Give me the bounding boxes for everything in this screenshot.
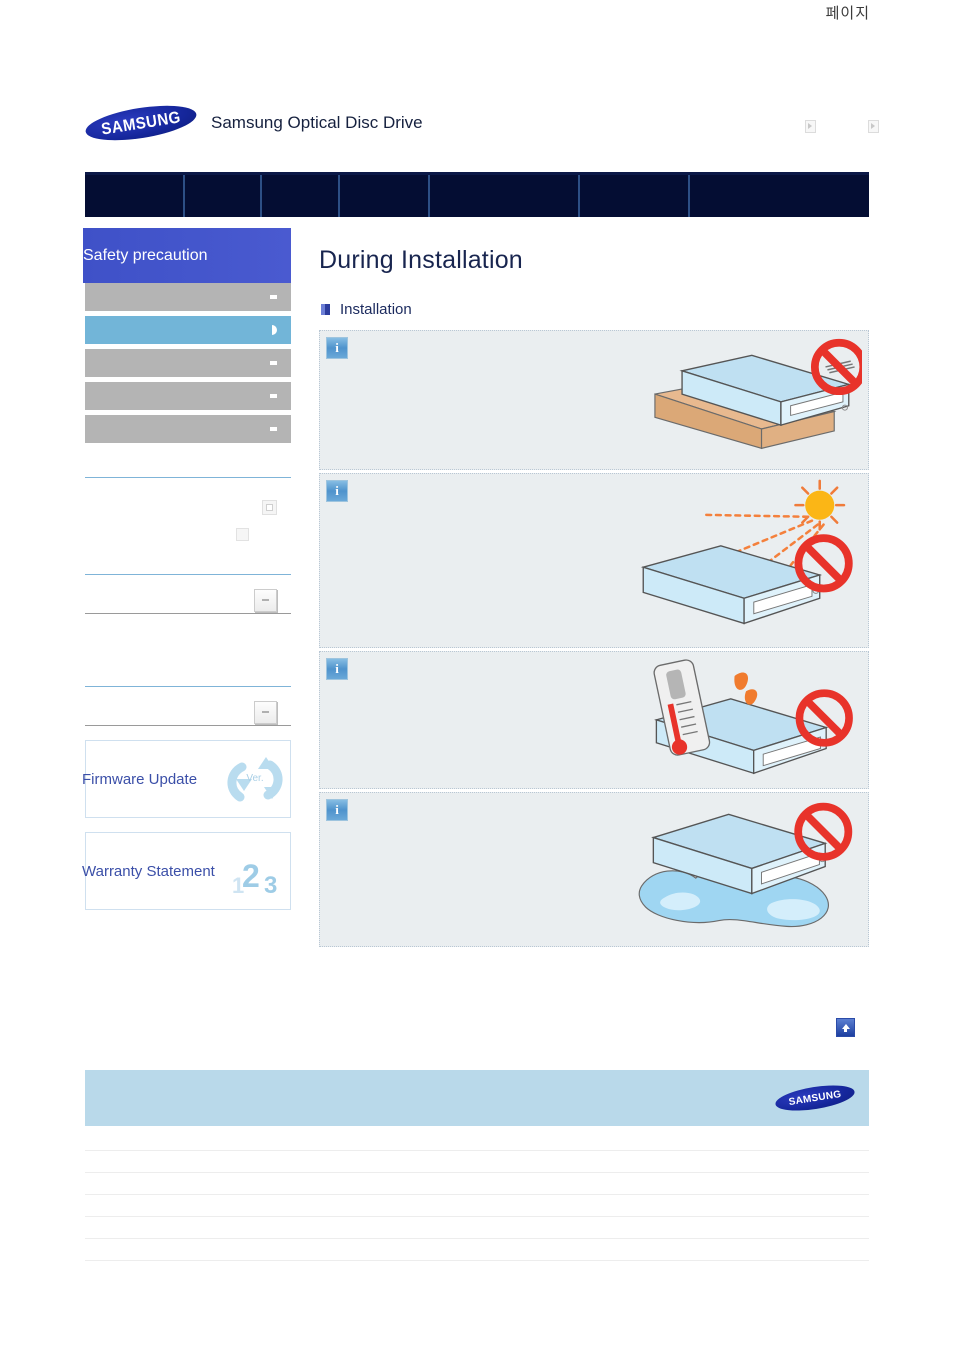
info-icon: i (326, 480, 348, 502)
footer-row (85, 1129, 869, 1151)
panel-drive-water: i (319, 792, 869, 947)
nav-item-4[interactable] (340, 175, 430, 217)
chevron-right-icon (270, 361, 277, 365)
brand-title: Samsung Optical Disc Drive (211, 113, 423, 132)
sidebar-item-5[interactable] (85, 415, 291, 443)
sidebar-item-1[interactable] (85, 283, 291, 311)
sidebar: Safety precaution Firmware Update Ver. W… (82, 228, 291, 910)
info-icon: i (326, 658, 348, 680)
broken-image-icon (868, 120, 879, 133)
sidebar-item-4[interactable] (85, 382, 291, 410)
sidebar-heading-safety-precaution: Safety precaution (83, 228, 291, 283)
panel-drive-high-temperature: i (319, 651, 869, 789)
main-content: During Installation Installation i i i i (291, 228, 869, 947)
chevron-right-icon (270, 394, 277, 398)
sidebar-item-2-active[interactable] (85, 316, 291, 344)
promo-firmware-update[interactable]: Firmware Update Ver. (82, 740, 291, 818)
footer-samsung-logo: SAMSUNG (773, 1080, 857, 1116)
svg-text:Ver.: Ver. (246, 773, 263, 784)
sidebar-heading-label: Safety precaution (83, 246, 208, 264)
footer-row (85, 1195, 869, 1217)
footer-rows (85, 1129, 869, 1261)
chevron-down-icon[interactable] (254, 589, 277, 612)
panel-drive-on-cardboard-box: i (319, 330, 869, 470)
section-heading-label: Installation (340, 301, 412, 318)
svg-text:3: 3 (264, 872, 277, 899)
firmware-version-arrows-icon: Ver. (224, 747, 286, 809)
info-icon: i (326, 337, 348, 359)
footer-row (85, 1173, 869, 1195)
broken-image-icon (262, 500, 277, 515)
numbers-123-icon: 1 2 3 (224, 839, 286, 901)
document-page: SAMSUNG Samsung Optical Disc Drive Safet… (82, 0, 879, 947)
nav-item-6[interactable] (580, 175, 690, 217)
panel-drive-direct-sunlight: i (319, 473, 869, 648)
back-to-top-button[interactable] (836, 1018, 855, 1037)
footer-bar: SAMSUNG (85, 1070, 869, 1126)
nav-item-1[interactable] (85, 175, 185, 217)
body-columns: Safety precaution Firmware Update Ver. W… (82, 228, 869, 947)
info-icon: i (326, 799, 348, 821)
illustration-drive-on-box-prohibited (632, 334, 868, 465)
nav-item-3[interactable] (262, 175, 340, 217)
chevron-right-icon (272, 325, 277, 335)
broken-image-icon (805, 120, 816, 133)
nav-item-7[interactable] (690, 175, 869, 217)
sidebar-divider (85, 686, 291, 687)
footer-row (85, 1217, 869, 1239)
promo-warranty-statement[interactable]: Warranty Statement 1 2 3 (82, 832, 291, 910)
section-heading: Installation (321, 301, 869, 318)
sidebar-dropdown-1[interactable] (85, 589, 291, 614)
nav-item-2[interactable] (185, 175, 262, 217)
footer-row (85, 1151, 869, 1173)
page-title: During Installation (319, 246, 523, 274)
header-broken-images (805, 120, 954, 133)
promo-warranty-statement-label: Warranty Statement (82, 862, 215, 880)
sidebar-divider (85, 574, 291, 575)
chevron-right-icon (270, 427, 277, 431)
sidebar-dropdown-2[interactable] (85, 701, 291, 726)
illustration-drive-sunlight-prohibited (632, 478, 862, 643)
footer-row (85, 1239, 869, 1261)
illustration-drive-water-prohibited (632, 797, 862, 942)
nav-item-5[interactable] (430, 175, 580, 217)
broken-image-icon (236, 528, 249, 541)
footer-samsung-logo-text: SAMSUNG (787, 1088, 843, 1108)
brand-header: SAMSUNG Samsung Optical Disc Drive (83, 0, 879, 167)
samsung-logo-text: SAMSUNG (99, 107, 183, 139)
illustration-drive-heat-prohibited (632, 655, 862, 784)
sidebar-item-3[interactable] (85, 349, 291, 377)
svg-text:2: 2 (242, 858, 260, 894)
promo-firmware-update-label: Firmware Update (82, 770, 198, 788)
brand-row: SAMSUNG Samsung Optical Disc Drive (83, 99, 423, 147)
sidebar-broken-image-block (85, 478, 291, 550)
top-navigation-bar[interactable] (85, 172, 869, 217)
samsung-logo: SAMSUNG (83, 99, 199, 147)
chevron-down-icon[interactable] (254, 701, 277, 724)
bullet-square-icon (321, 304, 330, 315)
chevron-right-icon (270, 295, 277, 299)
